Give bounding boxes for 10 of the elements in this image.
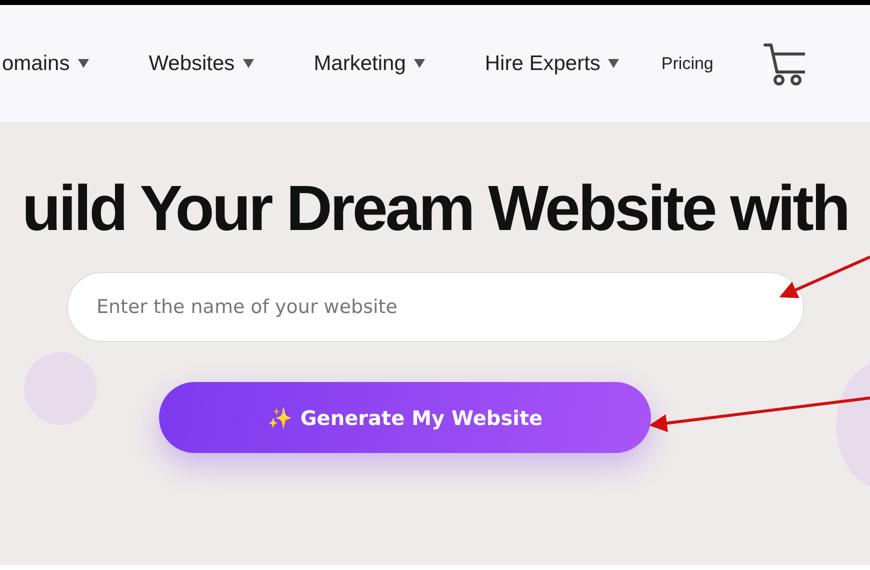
nav-link[interactable]: Marketing (314, 52, 425, 76)
website-name-input[interactable]: Enter the name of your website (66, 272, 804, 342)
hero-heading: uild Your Dream Website with (22, 171, 848, 246)
cart-icon[interactable] (763, 42, 806, 86)
sparkles-icon: ✨ (267, 406, 292, 430)
nav-link[interactable]: omains (2, 52, 89, 76)
generate-website-button[interactable]: ✨ Generate My Website (159, 382, 651, 453)
nav-link[interactable]: Pricing (661, 54, 714, 74)
nav-link[interactable]: Hire Experts (484, 52, 620, 76)
nav-link[interactable]: Websites (148, 52, 254, 76)
